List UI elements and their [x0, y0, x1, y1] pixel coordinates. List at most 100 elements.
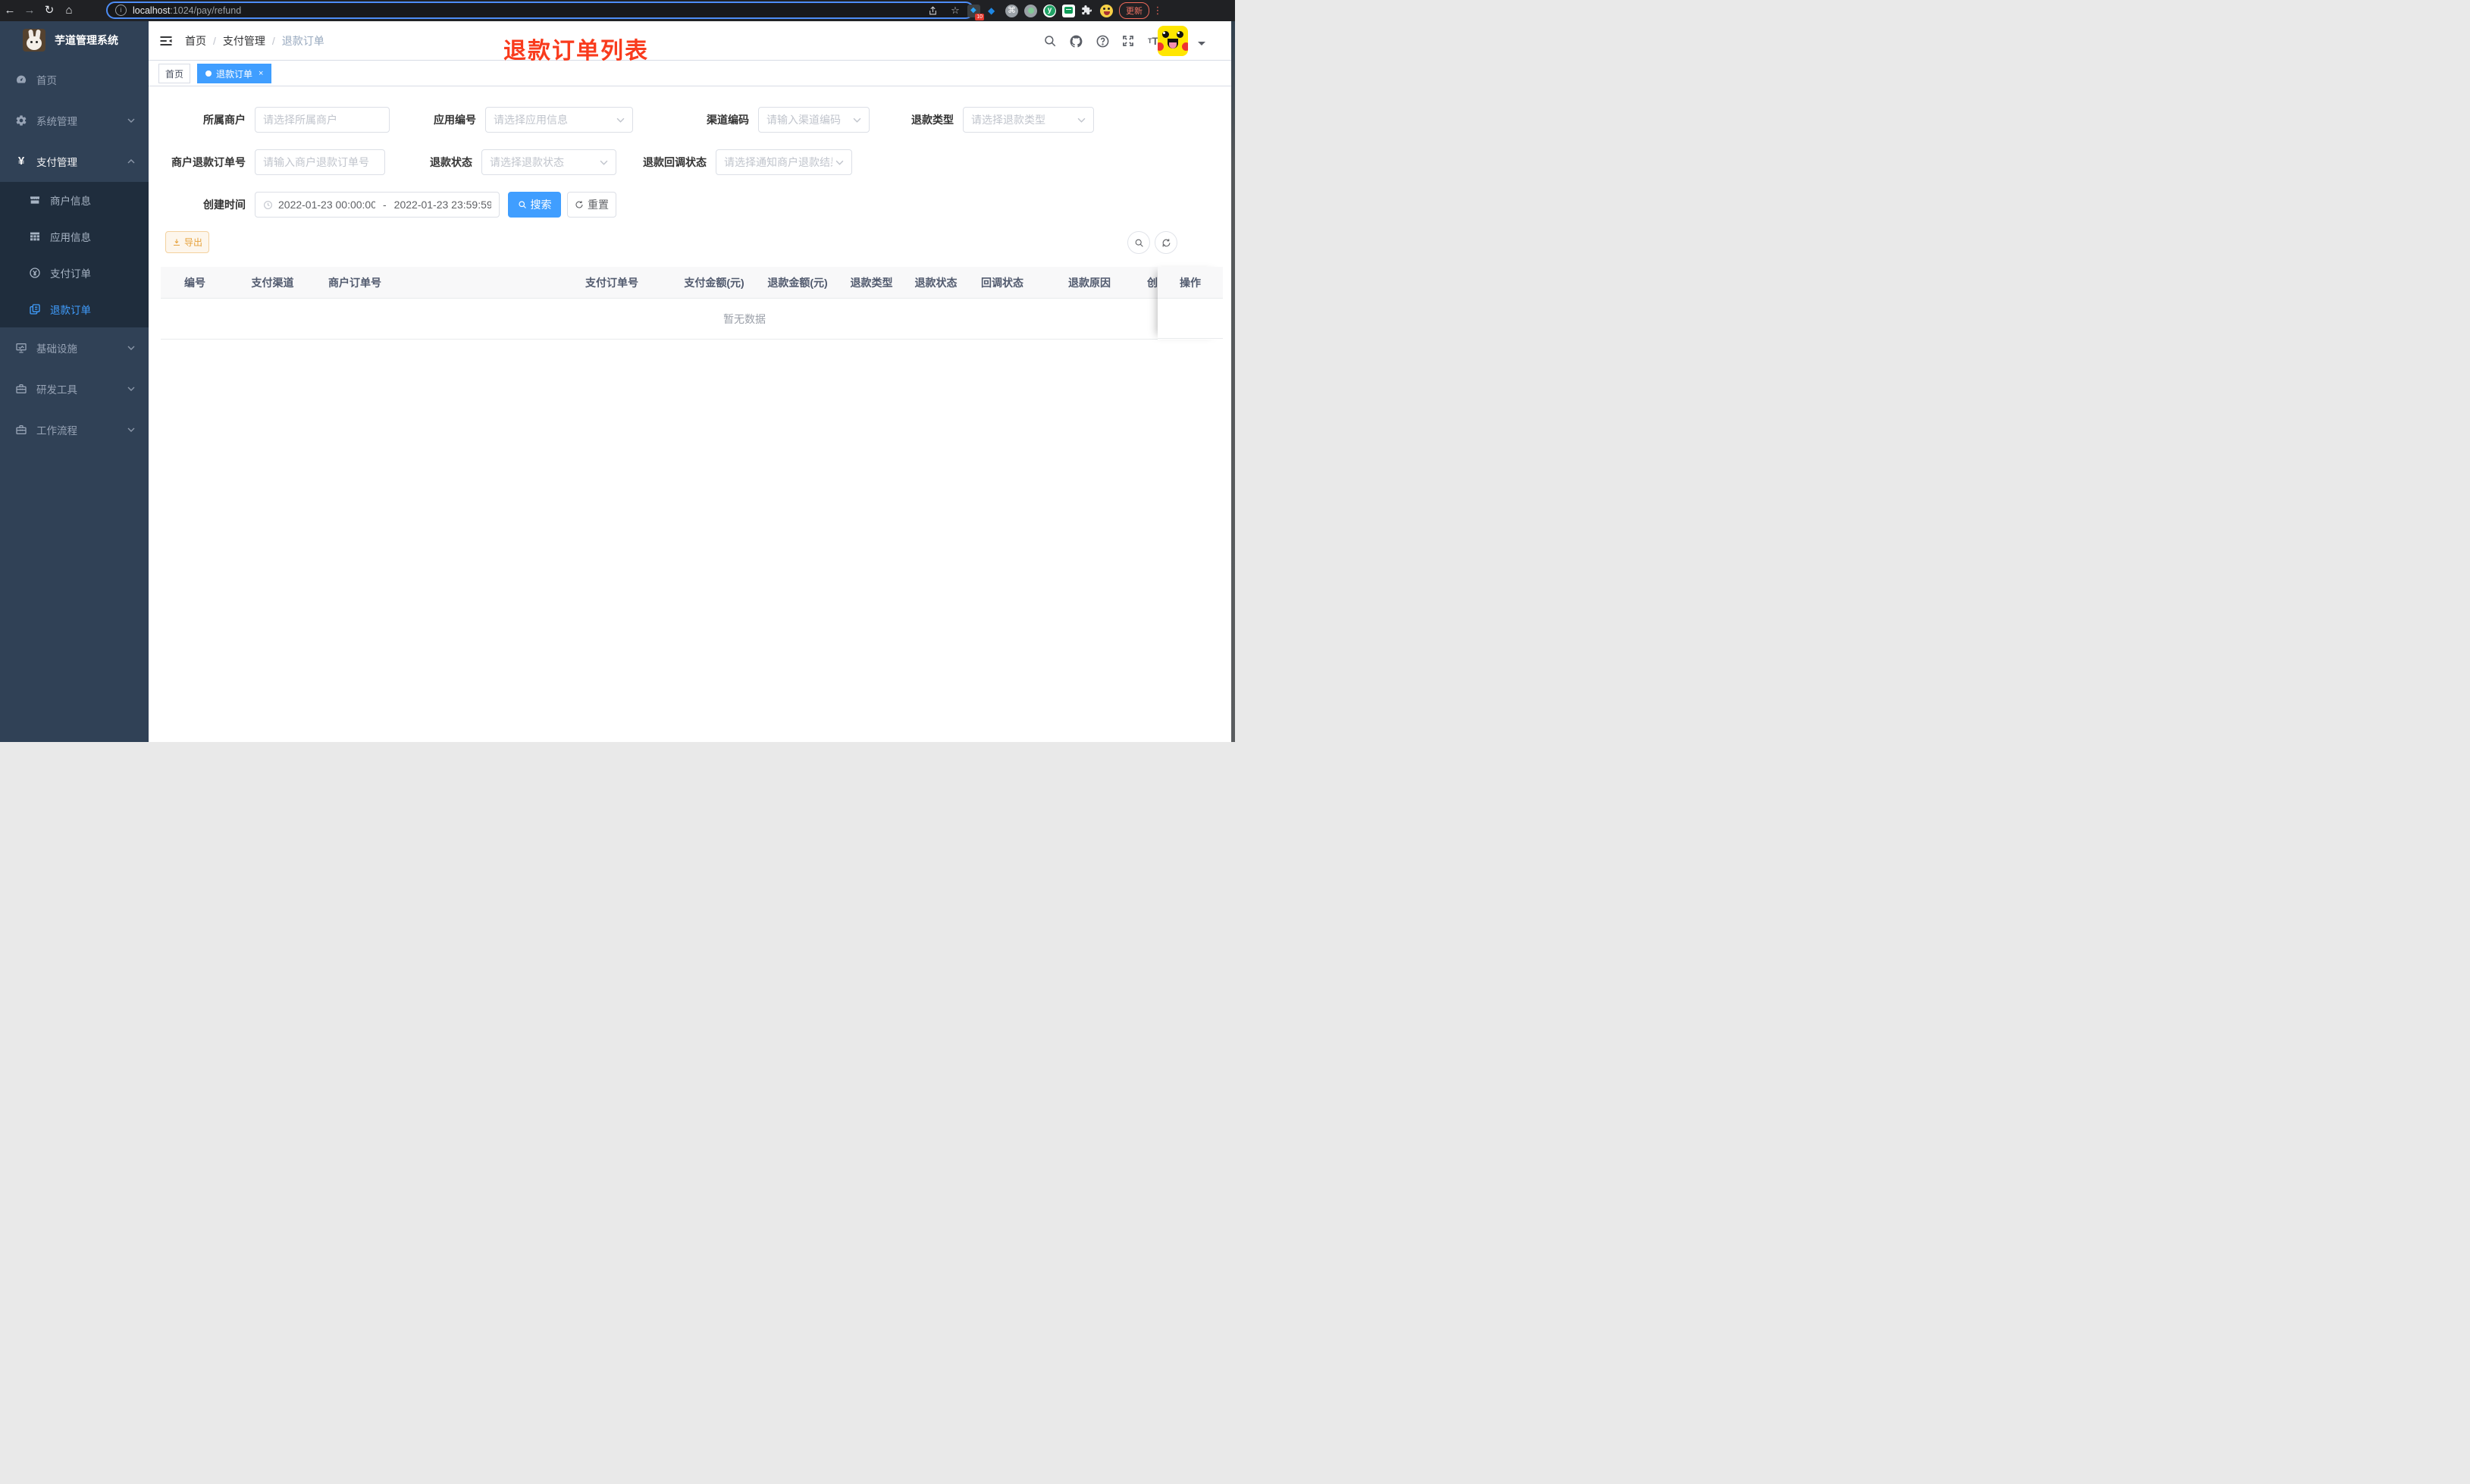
ext-y-icon[interactable]: y [1043, 4, 1056, 17]
sidebar-item-refund-order[interactable]: 退款订单 [0, 291, 149, 327]
chevron-down-icon [127, 385, 135, 393]
user-avatar[interactable] [1158, 26, 1188, 56]
date-start-value[interactable]: 2022-01-23 00:00:00 [278, 199, 375, 211]
sidebar: 芋道管理系统 首页 系统管理 ¥ 支付管理 商户信息 应用信息 支付订单 退款订… [0, 21, 149, 742]
date-end-value[interactable]: 2022-01-23 23:59:59 [394, 199, 491, 211]
screen: ← → ↻ ⌂ i localhost:1024/pay/refund ☆ ◆ … [0, 0, 1235, 742]
back-icon[interactable]: ← [0, 0, 20, 21]
sidebar-item-home[interactable]: 首页 [0, 59, 149, 100]
sidebar-item-merchant-info[interactable]: 商户信息 [0, 182, 149, 218]
refresh-icon[interactable] [1155, 231, 1177, 254]
breadcrumb: 首页 / 支付管理 / 退款订单 [185, 33, 324, 49]
col-refund-type: 退款类型 [850, 276, 893, 289]
bookmark-star-icon[interactable]: ☆ [946, 5, 964, 17]
col-action: 操作 [1158, 267, 1223, 299]
filter-label: 退款类型 [911, 114, 954, 126]
help-icon[interactable] [1094, 33, 1111, 49]
url-text: localhost:1024/pay/refund [133, 5, 242, 16]
filter-label: 渠道编码 [707, 114, 749, 126]
ext-gem-icon[interactable]: ◆ [986, 5, 999, 17]
reload-icon[interactable]: ↻ [39, 0, 59, 21]
address-bar[interactable]: i localhost:1024/pay/refund [106, 2, 974, 19]
github-icon[interactable] [1067, 33, 1084, 49]
date-range-picker[interactable]: 2022-01-23 00:00:00 - 2022-01-23 23:59:5… [255, 192, 500, 218]
table-body: 暂无数据 [161, 299, 1223, 340]
ext-recorder-icon[interactable] [1024, 4, 1037, 17]
tags-view-bar: 首页 退款订单 × [149, 61, 1235, 86]
table-header: 编号 支付渠道 商户订单号 支付订单号 支付金额(元) 退款金额(元) 退款类型… [161, 267, 1158, 299]
filter-label: 所属商户 [203, 114, 246, 126]
filter-label: 创建时间 [203, 199, 246, 211]
toggle-search-icon[interactable] [1127, 231, 1150, 254]
refund-type-select[interactable]: 请选择退款类型 [963, 107, 1094, 133]
payment-submenu: 商户信息 应用信息 支付订单 退款订单 [0, 182, 149, 327]
chrome-update-button[interactable]: 更新 [1119, 2, 1149, 19]
merchant-input[interactable]: 请选择所属商户 [255, 107, 390, 133]
export-button[interactable]: 导出 [165, 231, 209, 253]
chevron-down-icon [600, 158, 608, 167]
chevron-down-icon [616, 116, 625, 124]
tab-home[interactable]: 首页 [158, 64, 191, 83]
filter-label: 商户退款订单号 [171, 156, 246, 168]
filter-channel: 渠道编码 请输入渠道编码 [688, 107, 870, 133]
notify-status-select[interactable]: 请选择通知商户退款结果的回调状态 [716, 149, 852, 175]
sidebar-item-pay-order[interactable]: 支付订单 [0, 255, 149, 291]
ext-command-icon[interactable]: ⌘ [1005, 4, 1018, 17]
breadcrumb-current: 退款订单 [281, 35, 324, 47]
dashboard-icon [15, 74, 27, 86]
breadcrumb-home[interactable]: 首页 [185, 33, 206, 49]
refund-order-icon [29, 303, 41, 315]
sidebar-item-dev-tools[interactable]: 研发工具 [0, 368, 149, 409]
sidebar-item-payment[interactable]: ¥ 支付管理 [0, 141, 149, 182]
header-search-icon[interactable] [1042, 33, 1058, 49]
col-pay-channel: 支付渠道 [251, 276, 294, 289]
search-button[interactable]: 搜索 [508, 192, 561, 218]
channel-select[interactable]: 请输入渠道编码 [758, 107, 870, 133]
forward-icon[interactable]: → [20, 0, 39, 21]
col-refund-reason: 退款原因 [1068, 276, 1111, 289]
extensions-puzzle-icon[interactable] [1081, 5, 1094, 17]
ext-chat-icon[interactable] [1062, 4, 1075, 17]
chevron-up-icon [127, 158, 135, 165]
ext-tabs-icon[interactable]: ◆ 10 [967, 4, 984, 20]
merchant-refund-no-input[interactable]: 请输入商户退款订单号 [255, 149, 385, 175]
sidebar-item-app-info[interactable]: 应用信息 [0, 218, 149, 255]
col-id: 编号 [184, 276, 205, 289]
fixed-action-column: 操作 [1158, 267, 1223, 340]
filter-label: 退款回调状态 [643, 156, 707, 168]
table-grid-icon [29, 230, 41, 243]
window-edge-scrollbar[interactable] [1231, 21, 1235, 742]
filter-refund-type: 退款类型 请选择退款类型 [902, 107, 1094, 133]
chevron-down-icon [127, 117, 135, 124]
navbar: 首页 / 支付管理 / 退款订单 退款订单列表 TT [149, 21, 1235, 64]
col-create-time: 创建时间 [1147, 276, 1158, 289]
ext-emoji-icon[interactable] [1100, 4, 1113, 17]
tab-close-icon[interactable]: × [259, 69, 263, 78]
chevron-down-icon [1077, 116, 1086, 124]
page-content: 所属商户 请选择所属商户 应用编号 请选择应用信息 渠道编码 请输入渠道编码 退… [149, 86, 1235, 742]
gear-icon [15, 114, 27, 127]
col-pay-amount: 支付金额(元) [684, 276, 744, 289]
home-icon[interactable]: ⌂ [59, 0, 79, 21]
app-select[interactable]: 请选择应用信息 [485, 107, 633, 133]
breadcrumb-payment[interactable]: 支付管理 [223, 33, 265, 49]
share-icon[interactable] [928, 5, 946, 16]
sidebar-item-system[interactable]: 系统管理 [0, 100, 149, 141]
app-logo[interactable]: 芋道管理系统 [0, 21, 149, 59]
filter-notify-status: 退款回调状态 请选择通知商户退款结果的回调状态 [635, 149, 852, 175]
chevron-down-icon [127, 426, 135, 434]
pay-order-icon [29, 267, 41, 279]
refund-status-select[interactable]: 请选择退款状态 [481, 149, 616, 175]
sidebar-item-infra[interactable]: 基础设施 [0, 327, 149, 368]
tab-refund-order[interactable]: 退款订单 × [197, 64, 272, 83]
ext-badge: 10 [975, 13, 984, 20]
fullscreen-icon[interactable] [1120, 33, 1136, 49]
collapse-sidebar-icon[interactable] [159, 34, 173, 48]
sidebar-item-workflow[interactable]: 工作流程 [0, 409, 149, 450]
reset-button[interactable]: 重置 [567, 192, 616, 218]
avatar-caret-icon[interactable] [1198, 42, 1205, 49]
filter-create-time: 创建时间 2022-01-23 00:00:00 - 2022-01-23 23… [164, 192, 500, 218]
browser-menu-icon[interactable]: ⋮ [1152, 5, 1163, 17]
site-info-icon[interactable]: i [115, 5, 127, 16]
col-refund-status: 退款状态 [914, 276, 958, 289]
